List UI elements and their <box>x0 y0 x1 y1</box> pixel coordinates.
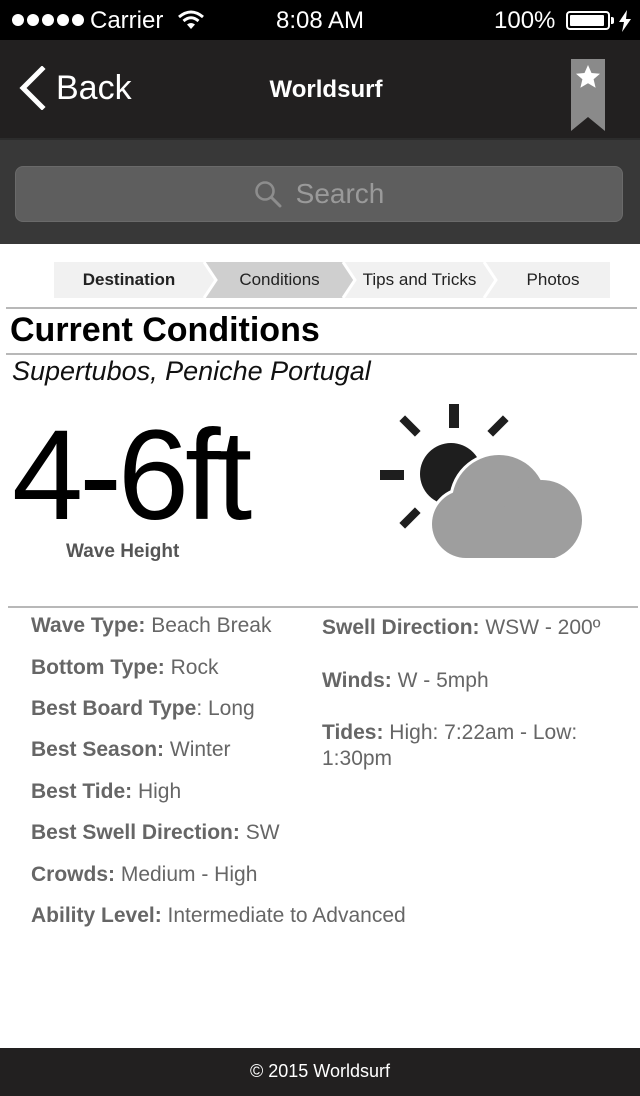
wave-height-value: 4-6ft <box>12 404 252 547</box>
wave-height-label: Wave Height <box>66 541 180 562</box>
detail-ability-level: Ability Level: Intermediate to Advanced <box>31 904 406 927</box>
star-bookmark-icon[interactable] <box>571 59 605 131</box>
detail-bottom-type: Bottom Type: Rock <box>31 656 219 679</box>
search-input[interactable]: Search <box>15 166 623 222</box>
detail-best-season: Best Season: Winter <box>31 738 231 761</box>
detail-wave-type: Wave Type: Beach Break <box>31 614 272 637</box>
navigation-bar: Back Worldsurf <box>0 40 640 138</box>
battery-percentage: 100% <box>494 7 556 34</box>
search-bar: Search <box>0 138 640 244</box>
divider <box>6 353 637 355</box>
tab-tips-and-tricks[interactable]: Tips and Tricks <box>355 262 484 298</box>
partly-cloudy-icon <box>376 404 586 562</box>
tab-destination[interactable]: Destination <box>54 262 204 298</box>
tab-conditions[interactable]: Conditions <box>216 262 343 298</box>
detail-best-board-type: Best Board Type: Long <box>31 697 255 720</box>
battery-icon <box>566 11 610 30</box>
detail-best-tide: Best Tide: High <box>31 780 182 803</box>
divider <box>8 606 638 608</box>
page-title: Current Conditions <box>10 311 320 349</box>
detail-tides: Tides: High: 7:22am - Low: 1:30pm <box>322 721 578 770</box>
charging-bolt-icon <box>619 10 631 32</box>
detail-best-swell-direction: Best Swell Direction: SW <box>31 821 280 844</box>
battery-tip <box>611 17 614 24</box>
status-bar: Carrier 8:08 AM 100% <box>0 0 640 40</box>
location-subtitle: Supertubos, Peniche Portugal <box>12 356 371 386</box>
tab-photos[interactable]: Photos <box>496 262 610 298</box>
search-placeholder: Search <box>295 178 385 209</box>
copyright-text: © 2015 Worldsurf <box>250 1061 390 1081</box>
detail-swell-direction: Swell Direction: WSW - 200º <box>322 616 601 639</box>
detail-crowds: Crowds: Medium - High <box>31 863 258 886</box>
footer: © 2015 Worldsurf <box>0 1048 640 1096</box>
divider <box>6 307 637 309</box>
section-tabs: Destination Conditions Tips and Tricks P… <box>54 262 610 298</box>
app-title: Worldsurf <box>269 76 383 103</box>
detail-winds: Winds: W - 5mph <box>322 669 489 692</box>
search-icon <box>254 181 282 208</box>
